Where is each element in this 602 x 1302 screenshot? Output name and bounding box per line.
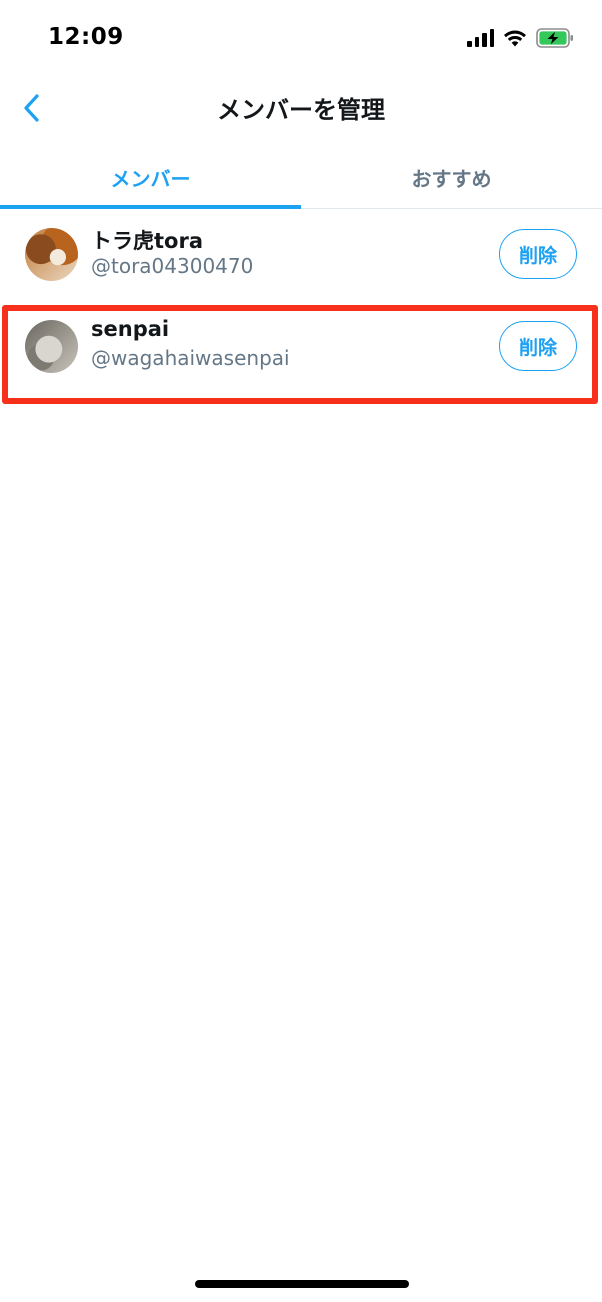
avatar[interactable] (25, 228, 78, 281)
avatar[interactable] (25, 320, 78, 373)
home-indicator[interactable] (195, 1280, 409, 1288)
tab-recommended[interactable]: おすすめ (301, 146, 602, 208)
list-item[interactable]: senpai @wagahaiwasenpai 削除 (0, 302, 602, 392)
page-title: メンバーを管理 (217, 96, 385, 124)
remove-member-button[interactable]: 削除 (499, 321, 577, 371)
list-item[interactable]: トラ虎tora @tora04300470 削除 (0, 210, 602, 300)
screen: 12:09 メンバーを管理 メンバー おすすめ トラ虎tora @tora043… (0, 0, 602, 1302)
nav-bar: メンバーを管理 (0, 78, 602, 136)
member-handle: @tora04300470 (91, 254, 254, 278)
remove-member-button[interactable]: 削除 (499, 229, 577, 279)
status-time: 12:09 (48, 24, 124, 50)
member-list: トラ虎tora @tora04300470 削除 senpai @wagahai… (0, 210, 602, 404)
member-name: senpai (91, 317, 170, 341)
status-bar: 12:09 (0, 0, 602, 78)
tab-bar: メンバー おすすめ (0, 146, 602, 209)
tab-members[interactable]: メンバー (0, 146, 301, 209)
status-icons (467, 26, 574, 50)
wifi-icon (503, 29, 527, 47)
member-handle: @wagahaiwasenpai (91, 346, 290, 370)
member-name: トラ虎tora (91, 229, 203, 253)
battery-charging-icon (536, 28, 574, 48)
signal-icon (467, 29, 494, 47)
